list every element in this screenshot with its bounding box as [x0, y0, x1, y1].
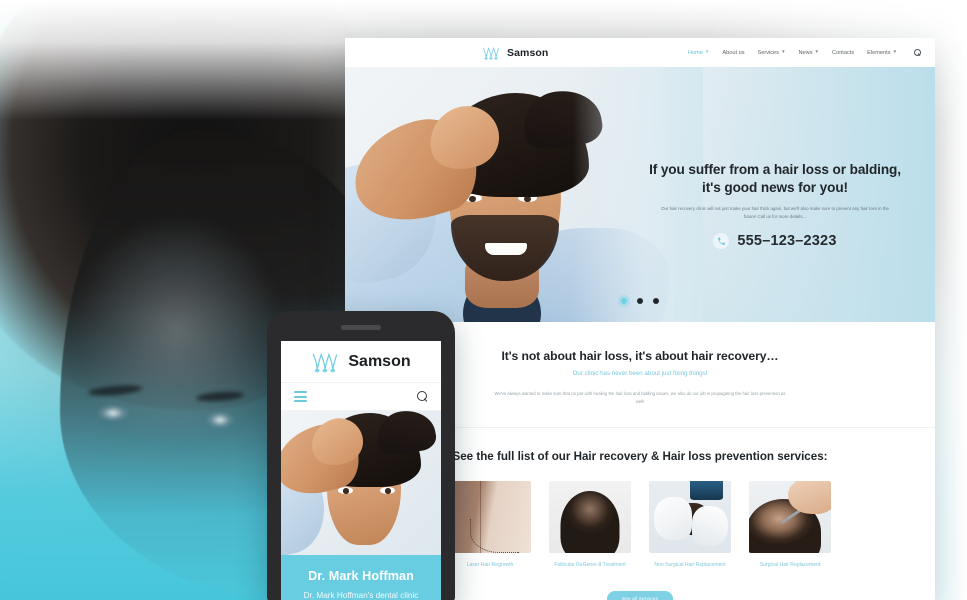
- background-eye-right: [205, 412, 235, 428]
- nav-item-news-label: News: [798, 49, 813, 56]
- service-image-follicular-treatment: [549, 481, 631, 554]
- desktop-brand-name: Samson: [507, 46, 549, 59]
- hamburger-line: [294, 390, 307, 393]
- nav-item-news[interactable]: News ▼: [799, 50, 820, 56]
- service-caption: Follicular ReGener-8 Treatment: [554, 562, 626, 569]
- back-of-head-shape: [560, 491, 620, 554]
- desktop-navbar: Samson Home ▼ About us Services ▼ News ▼: [345, 38, 935, 67]
- hair-follicles-icon: [483, 47, 499, 60]
- hero-headline: If you suffer from a hair loss or baldin…: [649, 162, 901, 195]
- hero-smile: [485, 243, 527, 255]
- service-card[interactable]: Follicular ReGener-8 Treatment: [549, 481, 631, 570]
- nav-item-contacts-label: Contacts: [832, 49, 855, 56]
- search-icon[interactable]: [417, 391, 428, 402]
- screenshot-stage: Samson Home ▼ About us Services ▼ News ▼: [0, 0, 967, 600]
- service-card[interactable]: Surgical Hair Replacement: [749, 481, 831, 570]
- nav-item-elements[interactable]: Elements ▼: [867, 50, 897, 56]
- chevron-down-icon: ▼: [780, 49, 786, 55]
- mobile-mockup: Samson Dr. Mark Hoffman Dr. Mark Hoffman…: [267, 311, 455, 600]
- mobile-doctor-subtitle: Dr. Mark Hoffman's dental clinic: [303, 591, 419, 600]
- phone-speaker: [341, 325, 381, 330]
- hero-text-block: If you suffer from a hair loss or baldin…: [641, 161, 909, 250]
- service-image-surgical-replacement: [749, 481, 831, 554]
- service-image-non-surgical-replacement: [649, 481, 731, 554]
- mobile-toolbar: [281, 383, 441, 411]
- nav-item-about-us-label: About us: [722, 49, 745, 56]
- glove-right-shape: [691, 505, 728, 547]
- glove-left-shape: [653, 497, 692, 541]
- hero-phone-block[interactable]: 555–123–2323: [641, 233, 909, 250]
- hamburger-line: [294, 395, 307, 398]
- service-image-laser-hair-regrowth: [449, 481, 531, 554]
- slider-dot-3[interactable]: [653, 298, 659, 304]
- nav-item-about-us[interactable]: About us: [722, 50, 744, 56]
- nav-item-home[interactable]: Home ▼: [688, 50, 709, 56]
- slider-dot-2[interactable]: [637, 298, 643, 304]
- mobile-screen: Samson Dr. Mark Hoffman Dr. Mark Hoffman…: [281, 341, 441, 600]
- background-eye-left: [96, 405, 130, 421]
- mobile-hero-pupil-right: [385, 488, 391, 494]
- search-icon[interactable]: [914, 49, 921, 56]
- hero-slider-dots: [621, 298, 659, 304]
- mobile-hero-pupil-left: [343, 488, 349, 494]
- nav-item-elements-label: Elements: [867, 49, 891, 56]
- desktop-hero-slider: If you suffer from a hair loss or baldin…: [345, 67, 935, 322]
- chevron-down-icon: ▼: [892, 49, 897, 55]
- chevron-down-icon: ▼: [704, 49, 710, 55]
- desktop-logo[interactable]: Samson: [482, 46, 548, 60]
- intro-paragraph: We've always wanted to make sure that on…: [494, 391, 786, 404]
- mobile-brand-name: Samson: [348, 352, 411, 370]
- clinic-device-shape: [690, 481, 723, 501]
- service-card[interactable]: Laser Hair Regrowth: [449, 481, 531, 570]
- mobile-hero-photo: [281, 411, 441, 555]
- chevron-down-icon: ▼: [814, 49, 820, 55]
- mobile-logo[interactable]: Samson: [281, 341, 441, 383]
- phone-icon: [713, 233, 730, 250]
- desktop-nav-menu: Home ▼ About us Services ▼ News ▼ Contac…: [688, 49, 921, 56]
- service-caption: Non Surgical Hair Replacement: [654, 562, 726, 569]
- nav-item-services[interactable]: Services ▼: [758, 50, 786, 56]
- phone-glyph: [718, 237, 725, 245]
- hair-follicles-icon: [313, 353, 338, 372]
- nav-item-services-label: Services: [757, 49, 779, 56]
- service-caption: Laser Hair Regrowth: [466, 562, 514, 569]
- slider-dot-1[interactable]: [621, 298, 627, 304]
- hamburger-line: [294, 400, 307, 403]
- nav-item-contacts[interactable]: Contacts: [832, 50, 854, 56]
- service-card[interactable]: Non Surgical Hair Replacement: [649, 481, 731, 570]
- hero-phone-number: 555–123–2323: [737, 233, 837, 250]
- hero-pupil-left: [469, 195, 476, 202]
- hero-paragraph: Our hair recovery clinic will not just m…: [661, 206, 889, 220]
- nav-item-home-label: Home: [687, 49, 703, 56]
- mobile-doctor-name: Dr. Mark Hoffman: [308, 569, 414, 583]
- mobile-doctor-band: Dr. Mark Hoffman Dr. Mark Hoffman's dent…: [281, 555, 441, 600]
- see-all-services-button[interactable]: See all Services: [606, 590, 674, 600]
- service-caption: Surgical Hair Replacement: [759, 562, 821, 569]
- hamburger-menu-icon[interactable]: [294, 390, 307, 403]
